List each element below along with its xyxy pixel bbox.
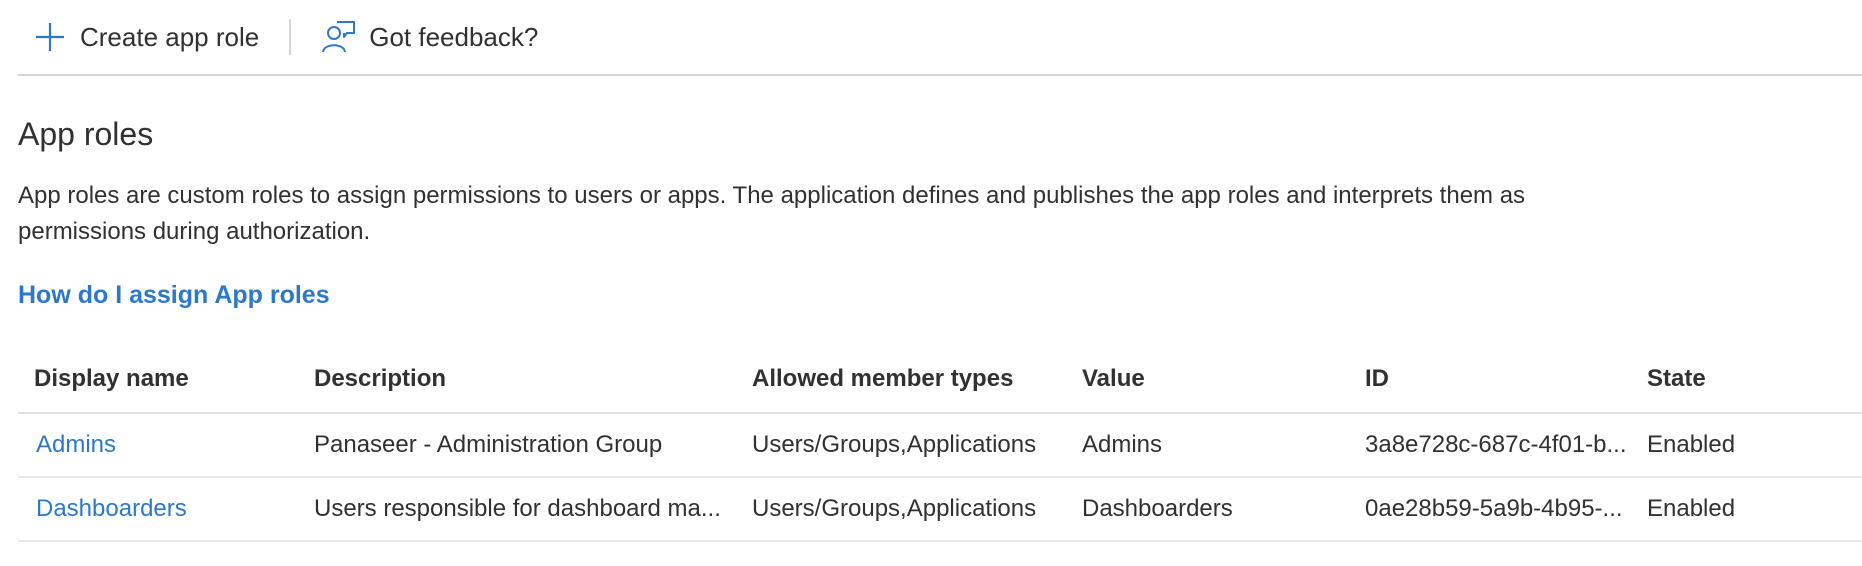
app-roles-table: Display name Description Allowed member … xyxy=(18,346,1862,542)
role-value: Dashboarders xyxy=(1066,477,1349,542)
role-name-link[interactable]: Admins xyxy=(18,413,298,478)
toolbar-divider xyxy=(289,19,292,55)
page-title: App roles xyxy=(18,116,154,152)
help-link-assign-app-roles[interactable]: How do I assign App roles xyxy=(18,281,330,310)
column-header-state[interactable]: State xyxy=(1631,346,1862,414)
role-state: Enabled xyxy=(1631,477,1862,542)
role-id: 3a8e728c-687c-4f01-b... xyxy=(1349,413,1631,478)
create-app-role-label: Create app role xyxy=(80,21,260,52)
feedback-person-icon xyxy=(321,19,357,55)
role-state: Enabled xyxy=(1631,413,1862,478)
table-row[interactable]: Dashboarders Users responsible for dashb… xyxy=(18,477,1862,542)
role-description: Panaseer - Administration Group xyxy=(298,413,736,478)
column-header-id[interactable]: ID xyxy=(1349,346,1631,414)
role-member-types: Users/Groups,Applications xyxy=(736,477,1066,542)
column-header-member-types[interactable]: Allowed member types xyxy=(736,346,1066,414)
command-bar: Create app role Got feedback? xyxy=(18,0,1862,76)
table-row[interactable]: Admins Panaseer - Administration Group U… xyxy=(18,413,1862,478)
role-description: Users responsible for dashboard ma... xyxy=(298,477,736,542)
column-header-display-name[interactable]: Display name xyxy=(18,346,298,414)
feedback-label: Got feedback? xyxy=(369,21,539,52)
role-value: Admins xyxy=(1066,413,1349,478)
table-header-row: Display name Description Allowed member … xyxy=(18,346,1862,414)
plus-icon xyxy=(32,19,68,55)
app-roles-page: Create app role Got feedback? App roles … xyxy=(0,0,1862,566)
role-id: 0ae28b59-5a9b-4b95-... xyxy=(1349,477,1631,542)
column-header-description[interactable]: Description xyxy=(298,346,736,414)
feedback-button[interactable]: Got feedback? xyxy=(321,0,538,74)
column-header-value[interactable]: Value xyxy=(1066,346,1349,414)
page-description: App roles are custom roles to assign per… xyxy=(18,182,1526,245)
role-member-types: Users/Groups,Applications xyxy=(736,413,1066,478)
role-name-link[interactable]: Dashboarders xyxy=(18,477,298,542)
create-app-role-button[interactable]: Create app role xyxy=(18,0,289,74)
